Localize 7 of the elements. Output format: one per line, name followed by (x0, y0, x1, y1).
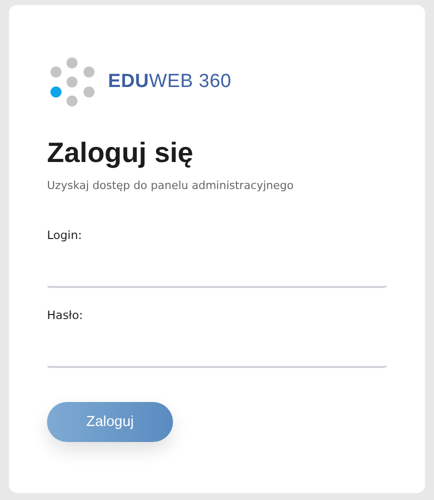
subtitle: Uzyskaj dostęp do panelu administracyjnego (47, 179, 295, 192)
dots-logo-icon (49, 56, 96, 108)
field-label: Hasło: (47, 308, 84, 322)
field-label: Login: (47, 228, 83, 242)
logo-text: EDUWEB 360 (108, 71, 232, 93)
login-button[interactable]: Zaloguj (47, 402, 173, 442)
page-title: Zaloguj się (47, 136, 194, 170)
